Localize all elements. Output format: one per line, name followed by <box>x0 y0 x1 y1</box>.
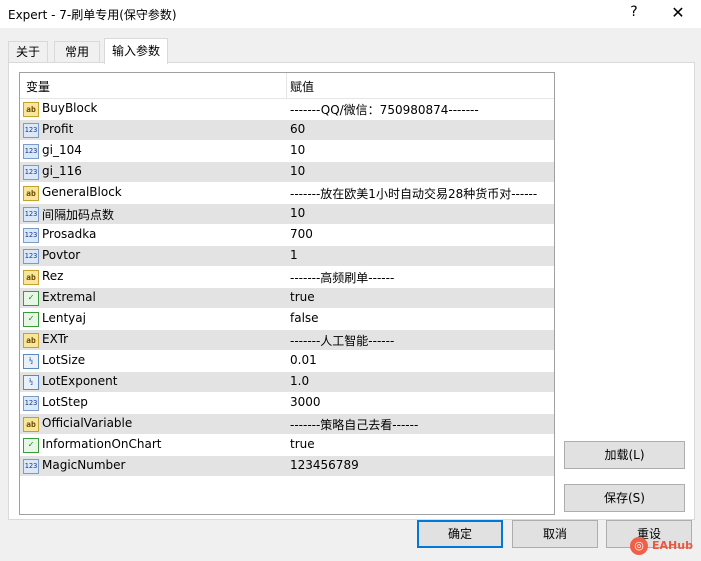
column-divider[interactable] <box>286 73 287 98</box>
bool-type-icon: ✓ <box>23 312 39 327</box>
parameter-row[interactable]: 123 gi_104 10 <box>20 141 554 162</box>
load-button[interactable]: 加载(L) <box>564 441 685 469</box>
parameter-name: gi_104 <box>42 143 82 157</box>
tab-common[interactable]: 常用 <box>54 41 100 63</box>
parameter-row[interactable]: 123 Prosadka 700 <box>20 225 554 246</box>
parameter-row[interactable]: ab OfficialVariable -------策略自己去看------ <box>20 414 554 435</box>
int-type-icon: 123 <box>23 249 39 264</box>
parameter-name: Profit <box>42 122 74 136</box>
parameter-value[interactable]: 700 <box>290 227 550 241</box>
tab-about[interactable]: 关于 <box>8 41 48 63</box>
parameter-name: InformationOnChart <box>42 437 162 451</box>
int-type-icon: 123 <box>23 396 39 411</box>
int-type-icon: 123 <box>23 228 39 243</box>
parameter-name: LotSize <box>42 353 86 367</box>
parameter-row[interactable]: 123 LotStep 3000 <box>20 393 554 414</box>
parameter-value[interactable]: -------人工智能------ <box>290 332 550 349</box>
bool-type-icon: ✓ <box>23 291 39 306</box>
parameter-value[interactable]: 10 <box>290 143 550 157</box>
parameter-name: MagicNumber <box>42 458 126 472</box>
parameter-value[interactable]: -------QQ/微信：750980874------- <box>290 101 550 118</box>
parameter-row[interactable]: 123 Povtor 1 <box>20 246 554 267</box>
parameter-row[interactable]: 123 间隔加码点数 10 <box>20 204 554 225</box>
parameter-name: 间隔加码点数 <box>42 208 115 222</box>
int-type-icon: 123 <box>23 165 39 180</box>
parameter-value[interactable]: 1.0 <box>290 374 550 388</box>
eahub-watermark: ◎ EAHub <box>630 536 700 558</box>
parameter-value[interactable]: 0.01 <box>290 353 550 367</box>
int-type-icon: 123 <box>23 207 39 222</box>
ab-type-icon: ab <box>23 186 39 201</box>
parameter-value[interactable]: false <box>290 311 550 325</box>
ok-button[interactable]: 确定 <box>417 520 503 548</box>
parameter-name: GeneralBlock <box>42 185 122 199</box>
close-button[interactable]: ✕ <box>666 3 690 25</box>
help-button[interactable]: ? <box>622 4 646 24</box>
parameter-row[interactable]: ✓ Lentyaj false <box>20 309 554 330</box>
parameter-name: Prosadka <box>42 227 97 241</box>
parameter-name: Povtor <box>42 248 81 262</box>
parameter-name: Lentyaj <box>42 311 86 325</box>
watermark-text: EAHub <box>652 539 693 552</box>
column-header-value[interactable]: 赋值 <box>290 78 314 95</box>
parameter-name: gi_116 <box>42 164 82 178</box>
parameter-row[interactable]: ab EXTr -------人工智能------ <box>20 330 554 351</box>
ab-type-icon: ab <box>23 417 39 432</box>
column-header-variable[interactable]: 变量 <box>26 78 50 95</box>
parameter-name: OfficialVariable <box>42 416 133 430</box>
bool-type-icon: ✓ <box>23 438 39 453</box>
dbl-type-icon: ½ <box>23 375 39 390</box>
parameters-grid: 变量 赋值 ab BuyBlock -------QQ/微信：750980874--… <box>19 72 555 515</box>
parameter-value[interactable]: true <box>290 437 550 451</box>
grid-rows: ab BuyBlock -------QQ/微信：750980874------- 1… <box>20 99 554 477</box>
parameter-row[interactable]: ½ LotSize 0.01 <box>20 351 554 372</box>
eahub-logo-icon: ◎ <box>630 537 648 555</box>
int-type-icon: 123 <box>23 123 39 138</box>
parameter-name: LotExponent <box>42 374 118 388</box>
parameter-value[interactable]: -------高频刷单------ <box>290 269 550 286</box>
parameter-row[interactable]: ab GeneralBlock -------放在欧美1小时自动交易28种货币对--… <box>20 183 554 204</box>
parameter-value[interactable]: 10 <box>290 206 550 220</box>
save-button[interactable]: 保存(S) <box>564 484 685 512</box>
parameter-value[interactable]: 10 <box>290 164 550 178</box>
parameter-name: BuyBlock <box>42 101 98 115</box>
grid-header: 变量 赋值 <box>20 73 554 99</box>
int-type-icon: 123 <box>23 144 39 159</box>
parameter-row[interactable]: 123 Profit 60 <box>20 120 554 141</box>
parameter-name: Rez <box>42 269 64 283</box>
parameter-name: LotStep <box>42 395 88 409</box>
window-title: Expert - 7-刷单专用(保守参数) <box>8 8 177 22</box>
parameter-row[interactable]: 123 gi_116 10 <box>20 162 554 183</box>
ab-type-icon: ab <box>23 102 39 117</box>
parameter-value[interactable]: 1 <box>290 248 550 262</box>
parameter-name: Extremal <box>42 290 96 304</box>
parameter-row[interactable]: ½ LotExponent 1.0 <box>20 372 554 393</box>
int-type-icon: 123 <box>23 459 39 474</box>
parameter-value[interactable]: -------策略自己去看------ <box>290 416 550 433</box>
tab-input-params[interactable]: 输入参数 <box>104 38 168 64</box>
parameter-row[interactable]: 123 MagicNumber 123456789 <box>20 456 554 477</box>
parameter-row[interactable]: ✓ InformationOnChart true <box>20 435 554 456</box>
parameter-value[interactable]: 3000 <box>290 395 550 409</box>
cancel-button[interactable]: 取消 <box>512 520 598 548</box>
parameter-value[interactable]: -------放在欧美1小时自动交易28种货币对------ <box>290 185 550 202</box>
ab-type-icon: ab <box>23 333 39 348</box>
parameter-value[interactable]: 60 <box>290 122 550 136</box>
parameter-row[interactable]: ab Rez -------高频刷单------ <box>20 267 554 288</box>
dbl-type-icon: ½ <box>23 354 39 369</box>
title-bar: Expert - 7-刷单专用(保守参数) ? ✕ <box>0 0 701 28</box>
parameter-value[interactable]: 123456789 <box>290 458 550 472</box>
ab-type-icon: ab <box>23 270 39 285</box>
parameter-value[interactable]: true <box>290 290 550 304</box>
parameter-row[interactable]: ✓ Extremal true <box>20 288 554 309</box>
parameter-row[interactable]: ab BuyBlock -------QQ/微信：750980874------- <box>20 99 554 120</box>
parameter-name: EXTr <box>42 332 69 346</box>
